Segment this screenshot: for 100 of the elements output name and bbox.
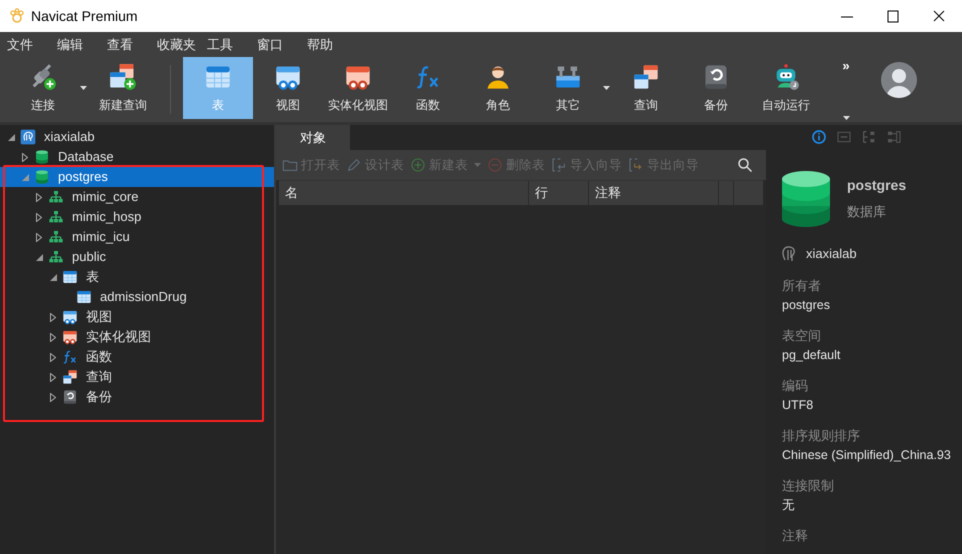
- menu-item[interactable]: 窗口: [257, 32, 307, 57]
- table-icon: [76, 289, 92, 305]
- maximize-icon[interactable]: [886, 9, 900, 23]
- tree-label: admissionDrug: [100, 288, 187, 306]
- property-label: 注释: [782, 526, 809, 544]
- import-icon: [551, 157, 567, 173]
- close-icon[interactable]: [932, 9, 946, 23]
- collapsed-triangle-icon[interactable]: [48, 352, 58, 362]
- column-header[interactable]: 名: [279, 181, 529, 205]
- tree-item[interactable]: postgres: [0, 167, 274, 187]
- ddl-icon: [836, 129, 852, 145]
- tree-item[interactable]: Database: [0, 147, 274, 167]
- database-icon: [782, 171, 830, 227]
- toolbar-button[interactable]: 角色: [463, 57, 533, 119]
- tree-item[interactable]: 视图: [0, 307, 274, 327]
- collapsed-triangle-icon[interactable]: [48, 312, 58, 322]
- property-value: UTF8: [782, 396, 814, 414]
- tree-label: mimic_hosp: [72, 208, 142, 226]
- menu-item[interactable]: 工具: [207, 32, 257, 57]
- tree-item[interactable]: 实体化视图: [0, 327, 274, 347]
- toolbar-button[interactable]: 连接: [6, 57, 80, 119]
- collapsed-triangle-icon[interactable]: [48, 372, 58, 382]
- hierarchy-icon: [48, 189, 64, 205]
- hierarchy-icon: [48, 209, 64, 225]
- view-icon: [62, 329, 78, 345]
- property-label: 连接限制: [782, 476, 835, 494]
- expanded-triangle-icon[interactable]: [34, 254, 44, 260]
- elephant-icon: [782, 246, 796, 262]
- menu-item[interactable]: 帮助: [307, 32, 357, 57]
- object-name: postgres: [847, 176, 906, 195]
- menu-item[interactable]: 文件: [7, 32, 57, 57]
- tree-item[interactable]: public: [0, 247, 274, 267]
- dropdown-caret-icon[interactable]: [842, 116, 850, 120]
- tree-item[interactable]: mimic_icu: [0, 227, 274, 247]
- tree-item[interactable]: admissionDrug: [0, 287, 274, 307]
- toolbar-button[interactable]: 新建查询: [88, 57, 158, 119]
- tree-item[interactable]: 查询: [0, 367, 274, 387]
- plus-icon: [410, 157, 426, 173]
- collapsed-triangle-icon[interactable]: [34, 232, 44, 242]
- tree-label: public: [72, 248, 106, 266]
- property-label: 排序规则排序: [782, 426, 861, 444]
- tree-label: 表: [86, 268, 99, 286]
- search-icon[interactable]: [738, 158, 752, 172]
- property-label: 表空间: [782, 326, 822, 344]
- property-label: 编码: [782, 376, 809, 394]
- function-icon: [62, 349, 78, 365]
- tree-item[interactable]: 表: [0, 267, 274, 287]
- hierarchy-icon: [48, 229, 64, 245]
- database-icon: [34, 149, 50, 165]
- collapsed-triangle-icon[interactable]: [20, 152, 30, 162]
- toolbar-button[interactable]: 查询: [611, 57, 681, 119]
- toolbar-button[interactable]: 函数: [393, 57, 463, 119]
- tree-label: 函数: [86, 348, 112, 366]
- column-header[interactable]: 行: [529, 181, 589, 205]
- collapsed-triangle-icon[interactable]: [48, 392, 58, 402]
- expanded-triangle-icon[interactable]: [48, 274, 58, 280]
- export-icon: [628, 157, 644, 173]
- table-icon: [62, 269, 78, 285]
- connection-name: xiaxialab: [806, 245, 857, 263]
- property-value: 无: [782, 496, 796, 514]
- toolbar-button[interactable]: 视图: [253, 57, 323, 119]
- collapsed-triangle-icon[interactable]: [34, 212, 44, 222]
- tree-label: 备份: [86, 388, 112, 406]
- dependency-icon: [860, 129, 876, 145]
- menu-item[interactable]: 收藏夹: [157, 32, 207, 57]
- toolbar-button[interactable]: 实体化视图: [323, 57, 393, 119]
- tree-label: 视图: [86, 308, 112, 326]
- property-value: postgres: [782, 296, 831, 314]
- info-icon: [810, 129, 826, 145]
- pencil-icon: [346, 157, 362, 173]
- collapsed-triangle-icon[interactable]: [48, 332, 58, 342]
- stacked-tables-icon: [632, 62, 660, 90]
- tree-label: mimic_core: [72, 188, 138, 206]
- menu-item[interactable]: 编辑: [57, 32, 107, 57]
- object-tab[interactable]: 对象: [276, 125, 350, 150]
- elephant-icon: [20, 129, 36, 145]
- collapsed-triangle-icon[interactable]: [34, 192, 44, 202]
- database-icon: [34, 169, 50, 185]
- overflow-chevron[interactable]: »: [842, 59, 850, 72]
- restore-icon: [62, 389, 78, 405]
- tree-item[interactable]: mimic_hosp: [0, 207, 274, 227]
- object-type: 数据库: [847, 203, 887, 221]
- column-header[interactable]: 注释: [589, 181, 719, 205]
- expanded-triangle-icon[interactable]: [6, 134, 16, 140]
- toolbar-button[interactable]: 自动运行: [751, 57, 821, 119]
- avatar-silhouette-icon[interactable]: [881, 62, 917, 98]
- stacked-tables-plus-icon: [109, 62, 137, 90]
- paw-logo-icon: [9, 8, 25, 24]
- window-title: Navicat Premium: [31, 6, 138, 26]
- toolbar-button[interactable]: 其它: [533, 57, 603, 119]
- compare-icon: [886, 129, 902, 145]
- tree-item[interactable]: xiaxialab: [0, 127, 274, 147]
- tree-item[interactable]: 函数: [0, 347, 274, 367]
- tree-label: Database: [58, 148, 114, 166]
- tree-item[interactable]: 备份: [0, 387, 274, 407]
- toolbar-button[interactable]: 备份: [681, 57, 751, 119]
- property-label: 所有者: [782, 276, 822, 294]
- menu-item[interactable]: 查看: [107, 32, 157, 57]
- tree-label: 查询: [86, 368, 112, 386]
- tree-item[interactable]: mimic_core: [0, 187, 274, 207]
